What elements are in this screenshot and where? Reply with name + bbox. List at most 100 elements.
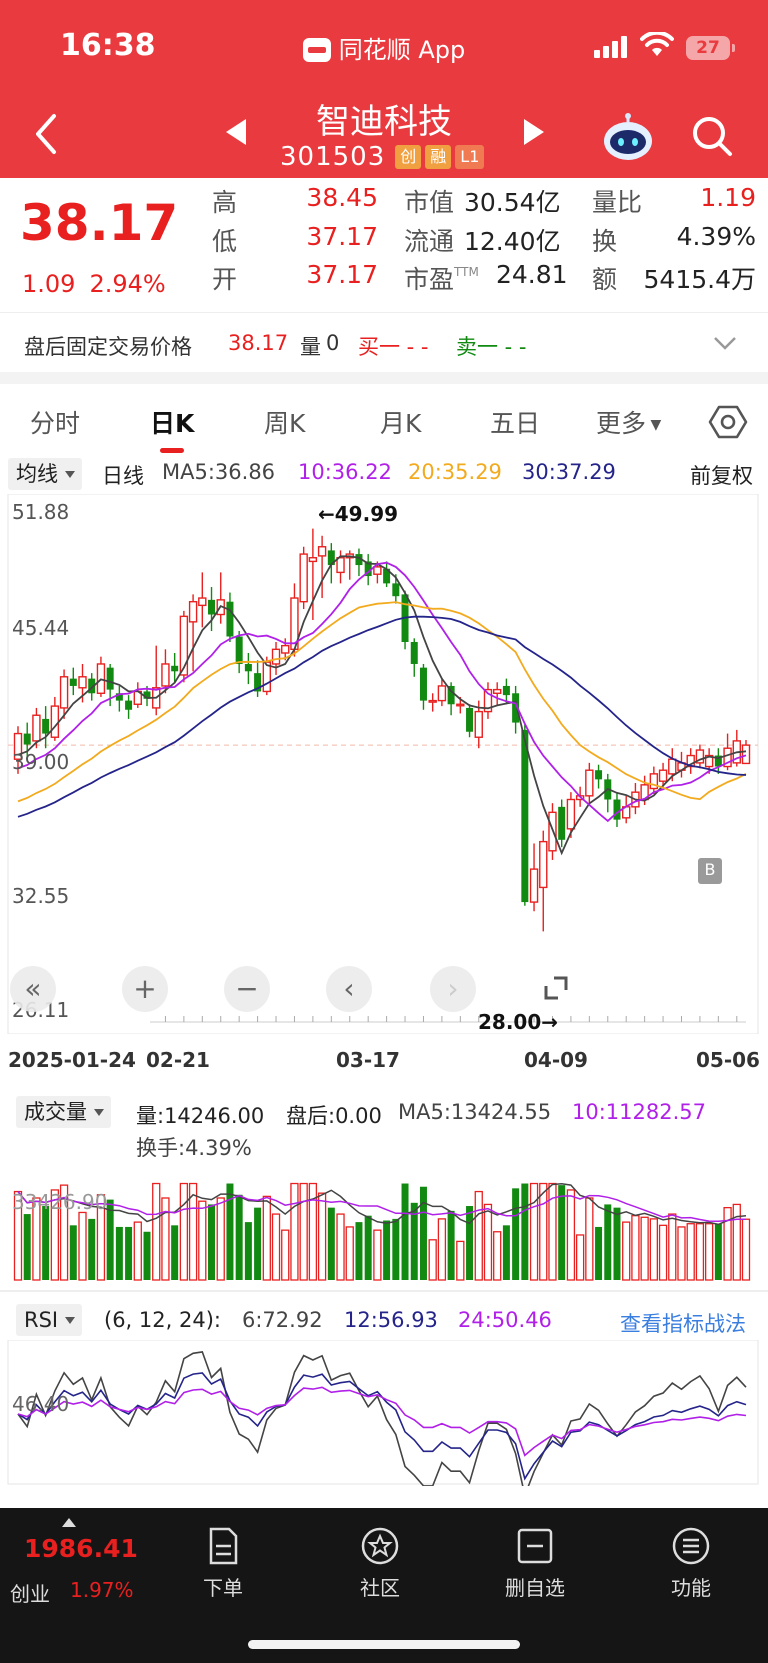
volume-chart[interactable] <box>0 1138 768 1284</box>
chevron-down-icon[interactable] <box>712 333 738 353</box>
community-icon <box>361 1527 399 1565</box>
fullscreen-icon[interactable] <box>542 974 570 1002</box>
tab-weekly-k[interactable]: 周K <box>264 404 305 440</box>
volume-bar-down <box>143 1231 151 1280</box>
index-name: 创业 <box>10 1582 50 1606</box>
nav-functions[interactable]: 功能 <box>636 1518 746 1608</box>
nav-order-label: 下单 <box>203 1576 243 1600</box>
candle-up <box>188 600 198 623</box>
after-hours-row[interactable]: 盘后固定交易价格 38.17 量 0 买一 - - 卖一 - - <box>0 312 768 372</box>
tab-five-day[interactable]: 五日 <box>490 404 540 440</box>
zoom-in-button[interactable]: + <box>122 966 168 1012</box>
index-value[interactable]: 1986.41 <box>24 1534 138 1563</box>
ma30-value: 30:37.29 <box>522 460 616 484</box>
rsi6-value: 6:72.92 <box>242 1308 323 1332</box>
volume-bar-down <box>401 1183 409 1280</box>
pe-value: 24.81 <box>496 260 568 289</box>
stock-code: 301503 <box>280 142 386 172</box>
settings-icon[interactable] <box>708 402 748 442</box>
adjust-mode[interactable]: 前复权 <box>690 460 753 490</box>
y-tick-0: 51.88 <box>12 500 70 524</box>
volume-bar-down <box>115 1226 123 1280</box>
next-stock-icon[interactable] <box>520 116 548 148</box>
x-label-1: 02-21 <box>146 1048 210 1072</box>
candle-up <box>741 744 751 765</box>
volume-bar-up <box>216 1197 225 1281</box>
change-pct: 2.94% <box>89 270 166 298</box>
volume-bar-up <box>78 1211 87 1281</box>
candle-down <box>502 685 510 696</box>
candle-down <box>235 636 243 664</box>
nav-remove-watchlist-label: 删自选 <box>505 1576 565 1600</box>
scroll-right-button[interactable]: › <box>430 966 476 1012</box>
tab-monthly-k[interactable]: 月K <box>380 404 421 440</box>
indicator-dropdown[interactable]: 均线 <box>8 458 82 490</box>
tab-intraday[interactable]: 分时 <box>30 404 80 440</box>
tab-daily-k[interactable]: 日K <box>150 404 194 440</box>
volume-y-tick: 33426.90 <box>12 1190 108 1214</box>
volume-bar-down <box>392 1218 400 1280</box>
candle-down <box>410 641 418 664</box>
volume-bar-up <box>161 1197 170 1281</box>
search-icon[interactable] <box>690 114 734 158</box>
candle-down <box>244 663 252 672</box>
buy-marker[interactable]: B <box>698 858 722 884</box>
rsi24-value: 24:50.46 <box>458 1308 552 1332</box>
candle-up <box>32 714 41 742</box>
volume-bar-up <box>483 1203 493 1281</box>
volume-bar-down <box>244 1222 252 1280</box>
volume-bar-up <box>345 1226 354 1281</box>
volume-bar-down <box>235 1194 243 1280</box>
candle-up <box>336 557 345 574</box>
candle-up <box>59 676 69 709</box>
sell1-quote: 卖一 - - <box>456 335 527 359</box>
volume-bar-down <box>171 1225 179 1280</box>
scroll-left-button[interactable]: ‹ <box>326 966 372 1012</box>
ma20-value: 20:35.29 <box>408 460 502 484</box>
vol-ratio-label: 量比 <box>592 188 643 217</box>
robot-assistant-icon[interactable] <box>600 112 656 162</box>
rsi-chart[interactable] <box>0 1340 768 1486</box>
volume-bar-up <box>668 1213 677 1281</box>
volume-bar-up <box>262 1195 271 1281</box>
nav-order[interactable]: 下单 <box>168 1518 278 1608</box>
candle-down <box>466 707 474 732</box>
volume-bar-up <box>622 1221 631 1281</box>
tab-more[interactable]: 更多 ▼ <box>596 404 661 440</box>
y-tick-1: 45.44 <box>12 616 70 640</box>
volume-bar-up <box>695 1223 705 1281</box>
candle-up <box>539 840 548 889</box>
candle-up <box>198 597 207 607</box>
volume-bar-down <box>355 1222 363 1280</box>
volume-bar-up <box>428 1239 437 1281</box>
candle-up <box>566 798 576 830</box>
candle-up <box>658 769 668 782</box>
change-value: 1.09 <box>22 270 76 298</box>
volume-bar-down <box>604 1204 612 1280</box>
nav-remove-watchlist[interactable]: 删自选 <box>480 1518 590 1608</box>
candle-up <box>668 758 677 775</box>
x-label-3: 04-09 <box>524 1048 588 1072</box>
rsi12-value: 12:56.93 <box>344 1308 438 1332</box>
rsi-dropdown[interactable]: RSI <box>16 1304 83 1336</box>
candle-up <box>78 676 87 689</box>
candle-down <box>171 665 179 672</box>
active-tab-indicator <box>160 448 184 453</box>
candle-down <box>69 678 77 686</box>
kline-chart[interactable] <box>0 494 768 1034</box>
separator <box>0 1290 768 1292</box>
tag-rong: 融 <box>425 145 452 169</box>
volume-bar-up <box>658 1224 668 1281</box>
volume-bar-down <box>383 1220 391 1280</box>
candle-down <box>419 667 427 701</box>
indicator-strategy-link[interactable]: 查看指标战法 <box>620 1308 746 1338</box>
nav-community-label: 社区 <box>360 1576 400 1600</box>
volume-bar-up <box>585 1197 594 1281</box>
y-tick-3: 32.55 <box>12 884 70 908</box>
nav-community[interactable]: 社区 <box>325 1518 435 1608</box>
candle-up <box>281 644 290 654</box>
scroll-left-fast-button[interactable]: « <box>10 966 56 1012</box>
zoom-out-button[interactable]: − <box>224 966 270 1012</box>
volume-dropdown[interactable]: 成交量 <box>16 1096 111 1128</box>
volume-bar-up <box>179 1182 189 1281</box>
